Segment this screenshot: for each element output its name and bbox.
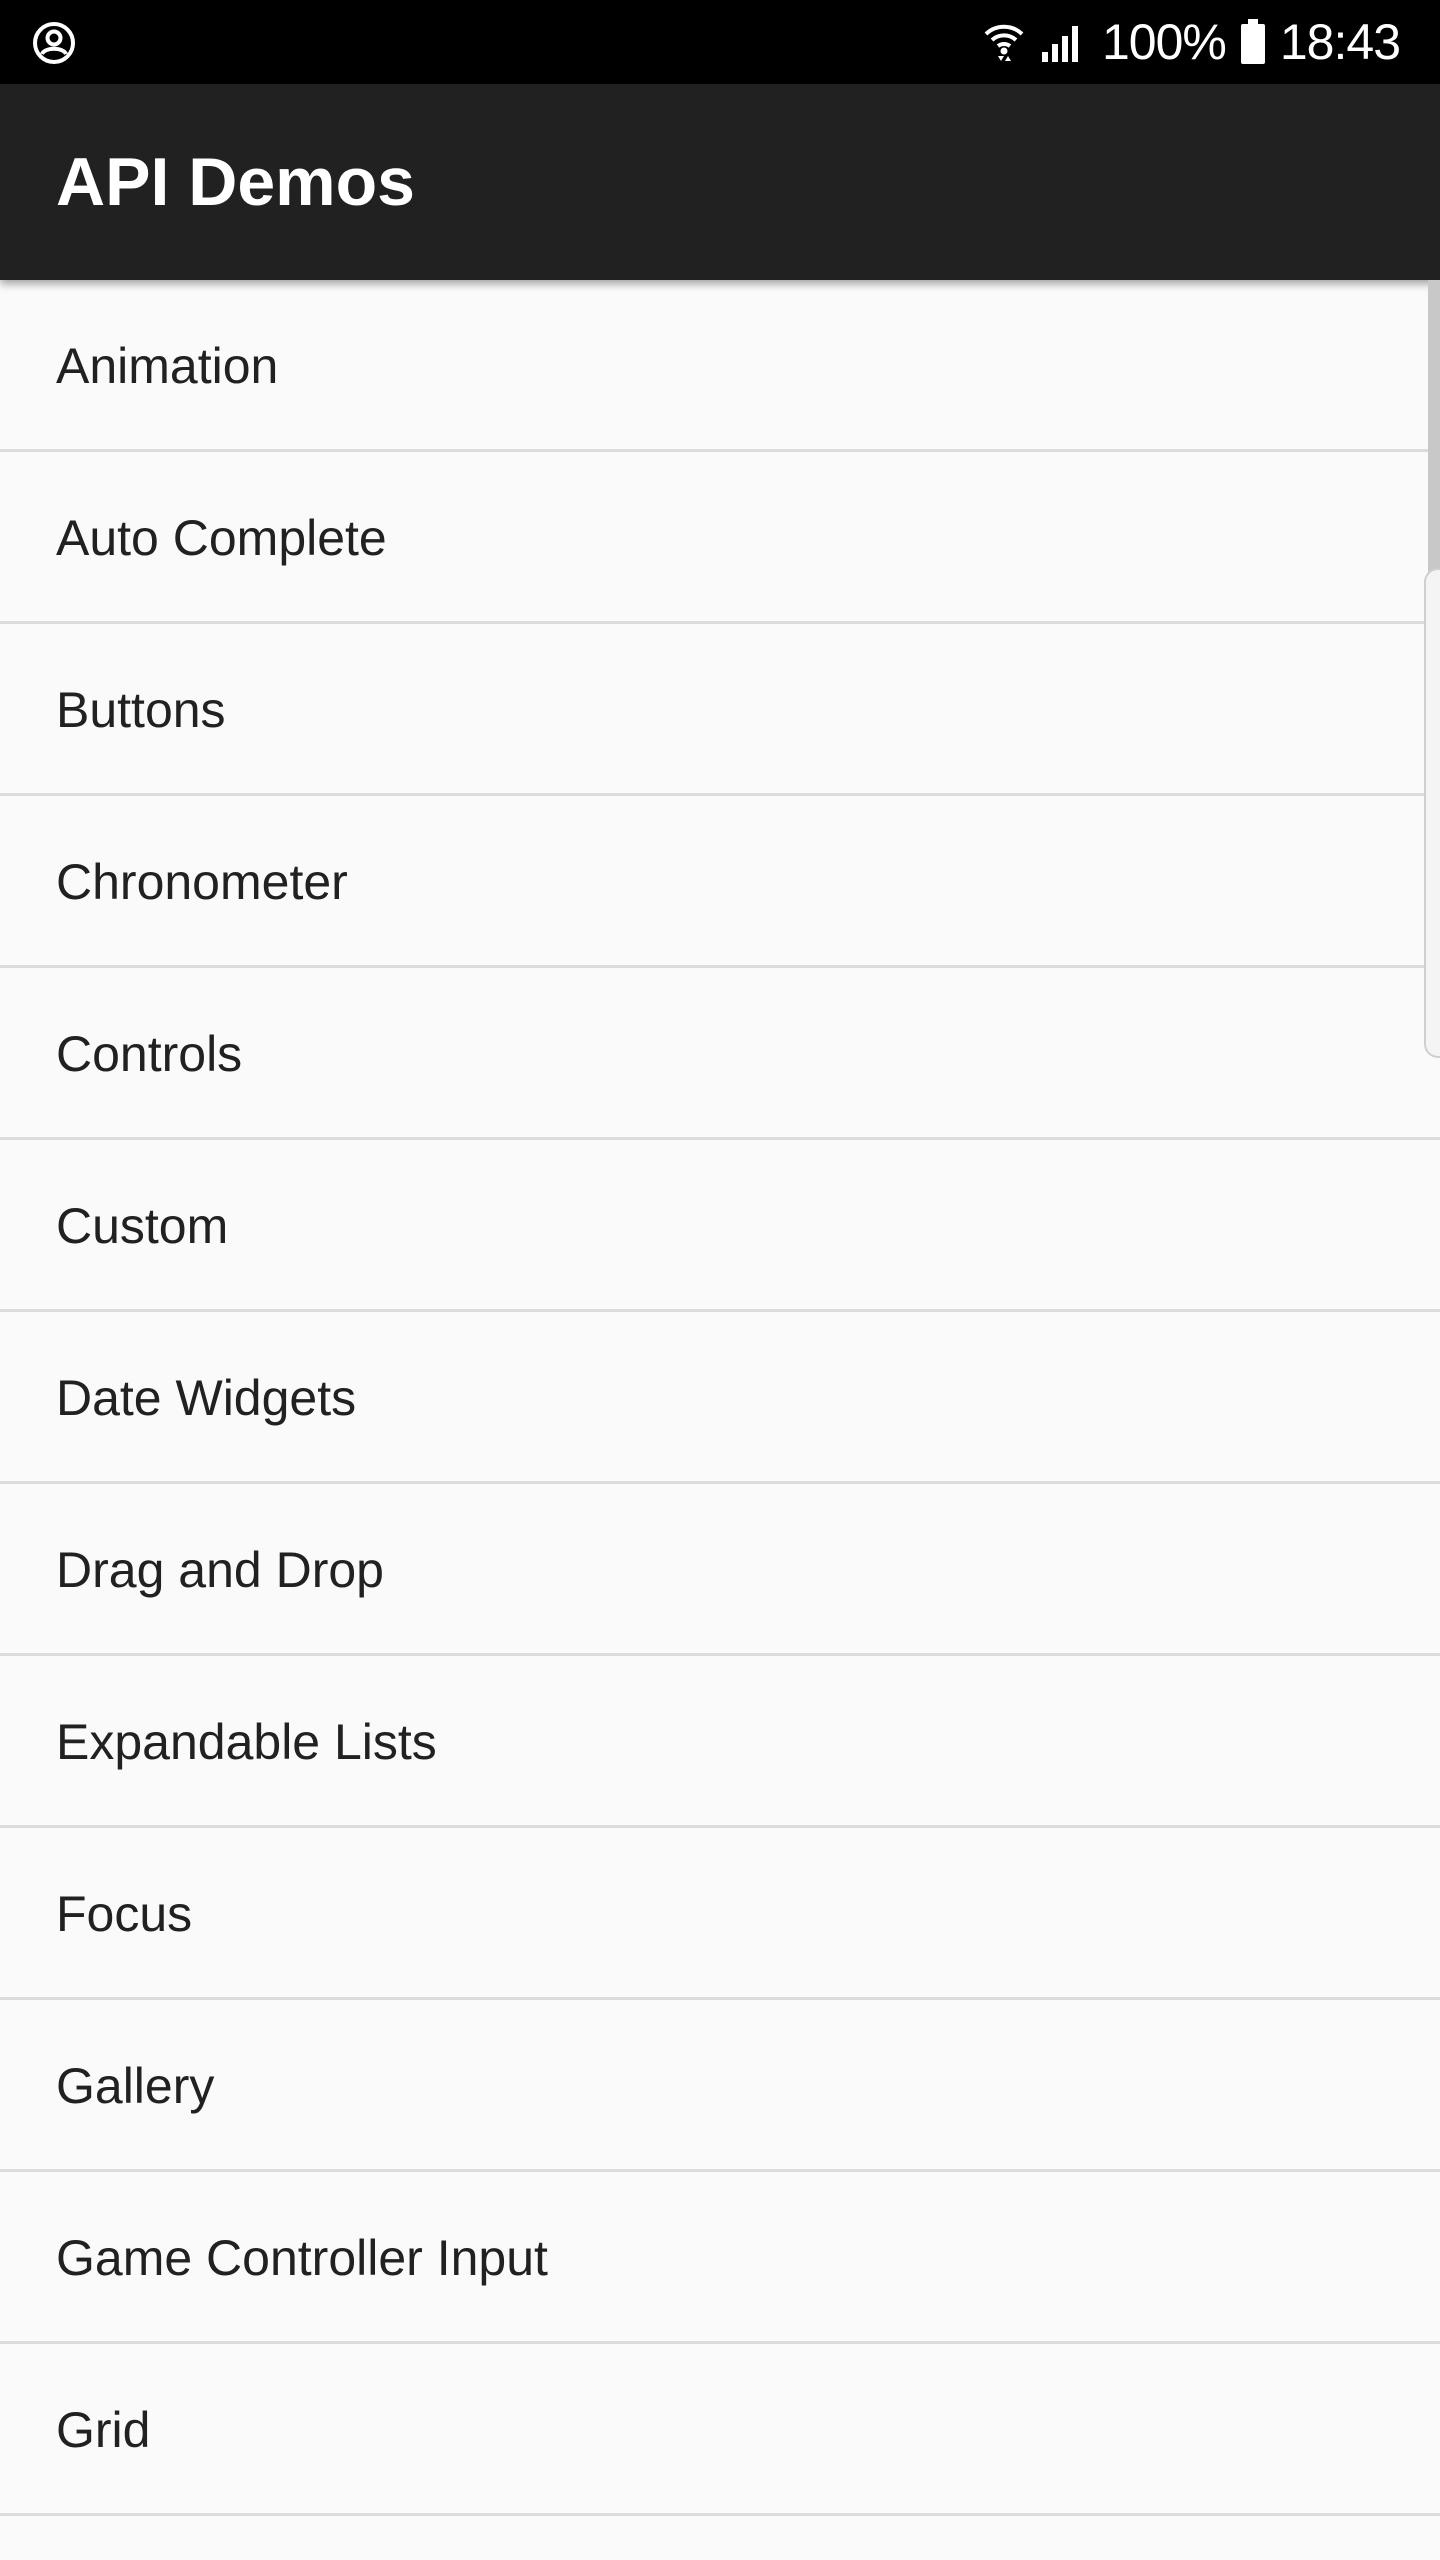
list-item-focus[interactable]: Focus — [0, 1828, 1440, 2000]
list-item-chronometer[interactable]: Chronometer — [0, 796, 1440, 968]
list-item-partial[interactable] — [0, 2516, 1440, 2560]
list-item-auto-complete[interactable]: Auto Complete — [0, 452, 1440, 624]
status-time: 18:43 — [1279, 14, 1401, 70]
status-indicators: 100% 18:43 — [982, 0, 1401, 84]
list-item-label: Controls — [56, 1026, 243, 1082]
list-item-label: Date Widgets — [56, 1370, 357, 1426]
fast-scroll-handle[interactable] — [1424, 568, 1440, 1058]
list-item-expandable-lists[interactable]: Expandable Lists — [0, 1656, 1440, 1828]
list-item-label: Auto Complete — [56, 510, 387, 566]
list-item-custom[interactable]: Custom — [0, 1140, 1440, 1312]
demo-list[interactable]: Animation Auto Complete Buttons Chronome… — [0, 280, 1440, 2560]
list-item-label: Game Controller Input — [56, 2230, 548, 2286]
list-item-label: Chronometer — [56, 854, 348, 910]
list-item-label: Drag and Drop — [56, 1542, 384, 1598]
list-item-grid[interactable]: Grid — [0, 2344, 1440, 2516]
battery-percent: 100% — [1101, 14, 1227, 70]
list-item-animation[interactable]: Animation — [0, 280, 1440, 452]
status-bar: 100% 18:43 — [0, 0, 1440, 84]
list-item-drag-and-drop[interactable]: Drag and Drop — [0, 1484, 1440, 1656]
battery-full-icon — [1240, 19, 1265, 64]
scrollbar-thumb[interactable] — [1428, 280, 1440, 580]
page-title: API Demos — [56, 144, 415, 220]
list-item-label: Custom — [56, 1198, 229, 1254]
list-item-date-widgets[interactable]: Date Widgets — [0, 1312, 1440, 1484]
list-item-gallery[interactable]: Gallery — [0, 2000, 1440, 2172]
cell-signal-icon — [1041, 26, 1078, 62]
list-item-label: Grid — [56, 2402, 151, 2458]
list-item-buttons[interactable]: Buttons — [0, 624, 1440, 796]
list-item-label: Expandable Lists — [56, 1714, 437, 1770]
list-item-label: Gallery — [56, 2058, 215, 2114]
list-item-controls[interactable]: Controls — [0, 968, 1440, 1140]
app-bar: API Demos — [0, 84, 1440, 280]
list-item-game-controller-input[interactable]: Game Controller Input — [0, 2172, 1440, 2344]
account-circle-icon — [33, 22, 75, 64]
wifi-icon — [984, 24, 1024, 61]
list-item-label: Buttons — [56, 682, 226, 738]
list-item-label: Animation — [56, 338, 279, 394]
list-item-label: Focus — [56, 1886, 193, 1942]
